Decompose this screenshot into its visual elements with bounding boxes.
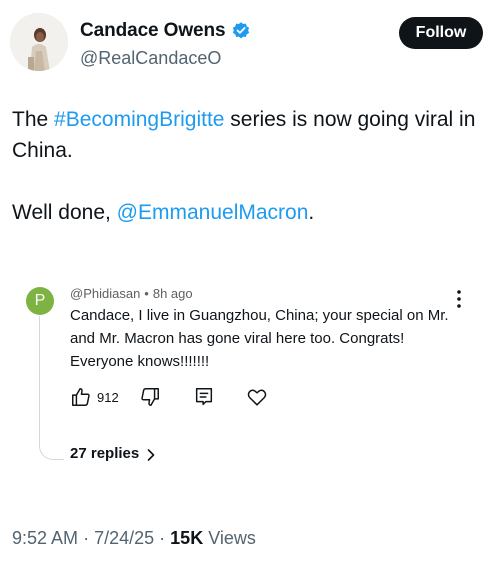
verified-badge-icon: [231, 21, 251, 41]
comment-icon[interactable]: [193, 386, 215, 408]
meta-separator: ·: [159, 528, 166, 548]
tweet-text: The #BecomingBrigitte series is now goin…: [12, 104, 492, 228]
reply-action-bar: 912: [70, 385, 268, 409]
author-handle[interactable]: @RealCandaceO: [80, 48, 221, 69]
embedded-reply-card: P @Phidiasan • 8h ago Candace, I live in G…: [22, 280, 482, 470]
reply-meta: @Phidiasan • 8h ago: [70, 286, 193, 301]
thumbs-down-icon[interactable]: [139, 386, 161, 408]
thread-connector-line: [39, 316, 64, 460]
reply-text: Candace, I live in Guangzhou, China; you…: [70, 307, 449, 370]
replies-count-label: 27 replies: [70, 445, 140, 462]
author-name-row: Candace Owens: [80, 20, 251, 42]
tweet-meta-footer: 9:52 AM · 7/24/25 · 15K Views: [12, 528, 256, 549]
like-count: 912: [97, 389, 119, 405]
author-avatar[interactable]: [10, 13, 68, 71]
heart-icon[interactable]: [246, 386, 268, 408]
chevron-right-icon: [147, 448, 155, 461]
post-time[interactable]: 9:52 AM: [12, 528, 78, 548]
tweet-header: Candace Owens @RealCandaceO Follow: [0, 0, 500, 90]
tweet-line-1: The #BecomingBrigitte series is now goin…: [12, 104, 492, 166]
author-name[interactable]: Candace Owens: [80, 20, 226, 42]
meta-separator: ·: [83, 528, 90, 548]
tweet-text-segment: The: [12, 108, 55, 131]
follow-button[interactable]: Follow: [399, 17, 483, 49]
mention-link[interactable]: @EmmanuelMacron: [117, 201, 309, 224]
tweet-text-segment: Well done,: [12, 201, 117, 224]
tweet-line-2: Well done, @EmmanuelMacron.: [12, 197, 492, 228]
thumbs-up-icon[interactable]: [70, 386, 92, 408]
view-replies-link[interactable]: 27 replies: [70, 445, 155, 462]
post-date[interactable]: 7/24/25: [94, 528, 154, 548]
tweet-text-segment: .: [308, 201, 315, 224]
meta-separator: •: [144, 286, 149, 301]
reply-username[interactable]: @Phidiasan: [70, 286, 140, 301]
reply-avatar[interactable]: P: [26, 287, 54, 315]
views-count: 15K: [170, 528, 204, 548]
views-label: Views: [208, 528, 256, 548]
reply-time: 8h ago: [152, 286, 193, 301]
hashtag-link[interactable]: #BecomingBrigitte: [54, 108, 224, 131]
